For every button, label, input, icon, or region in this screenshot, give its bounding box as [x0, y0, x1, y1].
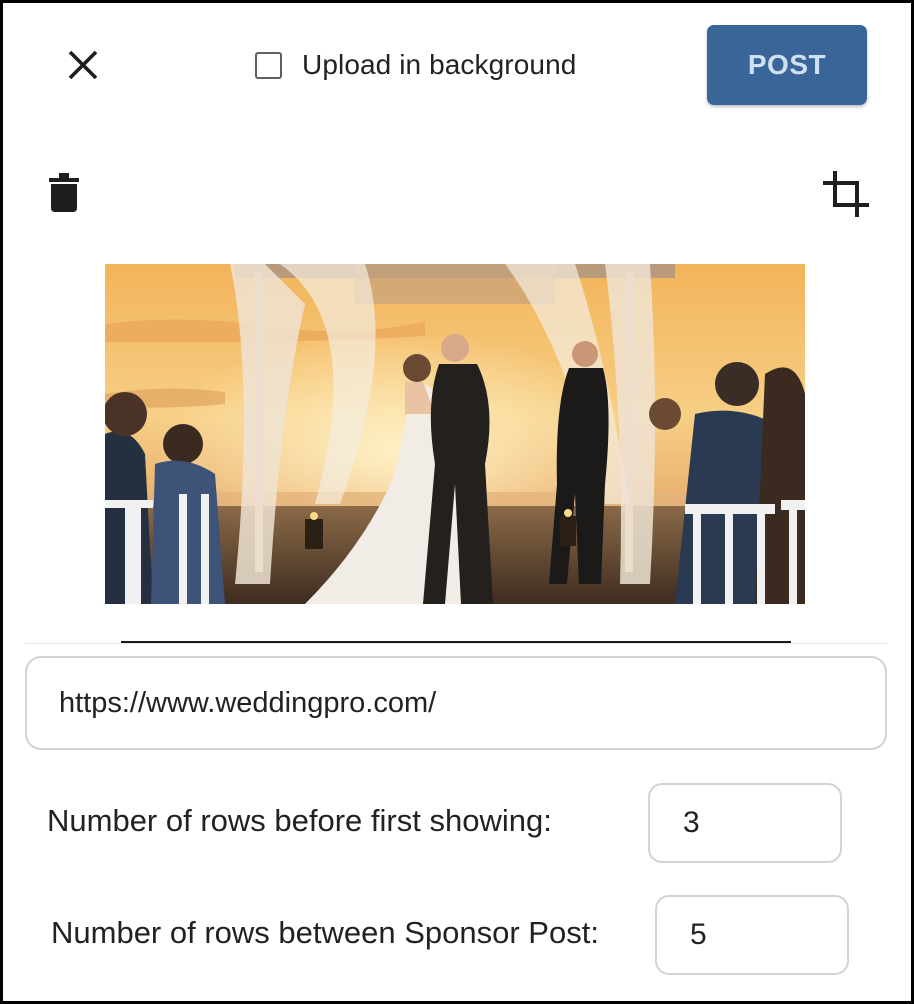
link-url-input[interactable]: https://www.weddingpro.com/	[25, 656, 887, 750]
crop-button[interactable]	[819, 167, 873, 221]
post-image	[105, 264, 805, 604]
image-strip-edge	[121, 641, 791, 643]
divider	[25, 643, 887, 644]
post-editor-dialog: Upload in background POST https://www.we…	[0, 0, 914, 1004]
upload-in-background-checkbox[interactable]	[255, 51, 282, 79]
crop-icon	[823, 171, 869, 217]
delete-button[interactable]	[43, 169, 85, 217]
rows-before-label: Number of rows before first showing:	[47, 803, 552, 838]
post-button[interactable]: POST	[707, 25, 867, 105]
upload-in-background-toggle[interactable]: Upload in background	[255, 47, 576, 83]
rows-before-input[interactable]: 3	[648, 783, 842, 863]
trash-icon	[49, 173, 79, 212]
close-icon	[68, 50, 98, 80]
rows-between-label: Number of rows between Sponsor Post:	[51, 915, 599, 950]
upload-in-background-label: Upload in background	[302, 49, 577, 80]
close-button[interactable]	[61, 43, 105, 87]
rows-between-input[interactable]: 5	[655, 895, 849, 975]
